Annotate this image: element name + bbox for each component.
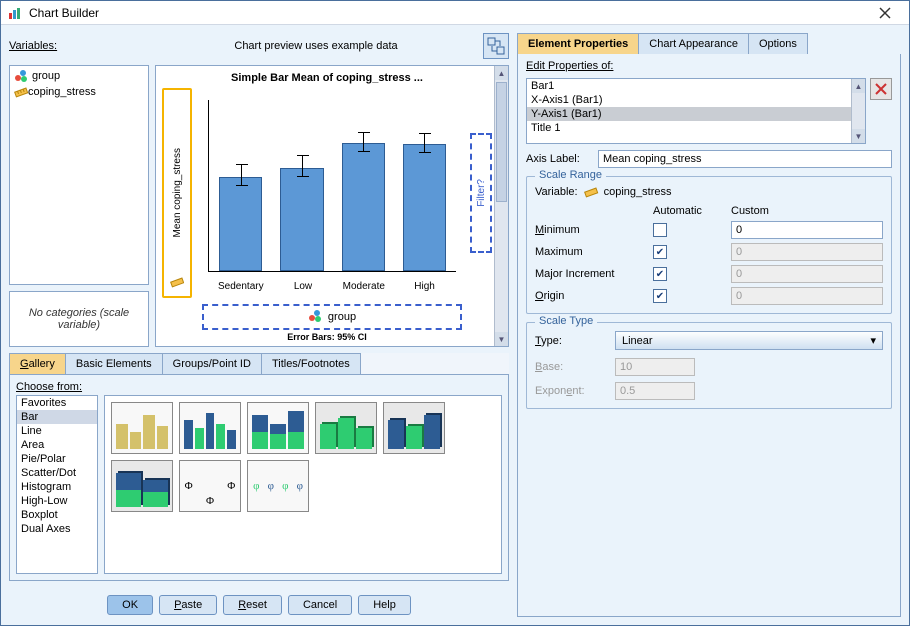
list-item[interactable]: Title 1: [527, 121, 865, 135]
major-increment-label: Major Increment: [535, 268, 645, 280]
edit-properties-label: Edit Properties of:: [526, 60, 892, 72]
paste-button[interactable]: Paste: [159, 595, 217, 615]
tab-options[interactable]: Options: [748, 33, 808, 54]
choose-from-label: Choose from:: [16, 381, 502, 393]
ok-button[interactable]: OK: [107, 595, 153, 615]
app-icon: [7, 5, 23, 21]
y-axis-dropzone[interactable]: Mean coping_stress: [162, 88, 192, 298]
chart-thumb-error-bar[interactable]: ΦΦΦ: [179, 460, 241, 512]
major-custom-input: 0: [731, 265, 883, 283]
variable-label: coping_stress: [28, 86, 96, 98]
right-tabs: Element Properties Chart Appearance Opti…: [517, 33, 901, 54]
tab-groups-point-id[interactable]: Groups/Point ID: [162, 353, 262, 374]
variable-item[interactable]: group: [12, 68, 146, 84]
list-item[interactable]: Favorites: [17, 396, 97, 410]
error-bars-label: Error Bars: 95% CI: [162, 332, 492, 342]
scale-type-label: Type:: [535, 335, 609, 347]
maximum-auto-checkbox[interactable]: ✔: [653, 245, 667, 259]
axis-label-label: Axis Label:: [526, 153, 592, 165]
lower-tabs: Gallery Basic Elements Groups/Point ID T…: [9, 353, 509, 375]
nominal-icon: [14, 69, 28, 83]
base-input: 10: [615, 358, 695, 376]
scale-type-select[interactable]: Linear▾: [615, 331, 883, 350]
scale-icon: [582, 183, 600, 201]
list-item[interactable]: Scatter/Dot: [17, 466, 97, 480]
swap-axes-button[interactable]: [483, 33, 509, 59]
tab-basic-elements[interactable]: Basic Elements: [65, 353, 163, 374]
nominal-icon: [308, 309, 322, 326]
chevron-down-icon: ▾: [870, 334, 876, 347]
scale-icon: [170, 275, 184, 292]
scale-variable-label: Variable:: [535, 186, 578, 198]
variable-item[interactable]: coping_stress: [12, 84, 146, 100]
window-title: Chart Builder: [29, 6, 867, 20]
tab-gallery[interactable]: Gallery: [9, 353, 66, 374]
list-item[interactable]: Line: [17, 424, 97, 438]
list-item[interactable]: Bar1: [527, 79, 865, 93]
preview-scrollbar[interactable]: ▲ ▼: [494, 66, 508, 346]
origin-label: Origin: [535, 290, 645, 302]
list-item[interactable]: Histogram: [17, 480, 97, 494]
chart-thumbnails: ΦΦΦ φφφφ: [104, 395, 502, 574]
base-label: Base:: [535, 361, 609, 373]
list-scrollbar[interactable]: ▲▼: [851, 79, 865, 143]
help-button[interactable]: Help: [358, 595, 411, 615]
chart-thumb-clustered-bar[interactable]: [179, 402, 241, 454]
list-item[interactable]: Pie/Polar: [17, 452, 97, 466]
chart-builder-window: Chart Builder Variables: Chart preview u…: [0, 0, 910, 626]
list-item[interactable]: Y-Axis1 (Bar1): [527, 107, 865, 121]
tab-chart-appearance[interactable]: Chart Appearance: [638, 33, 749, 54]
variables-list[interactable]: group coping_stress: [9, 65, 149, 285]
origin-custom-input: 0: [731, 287, 883, 305]
variables-label: Variables:: [9, 40, 149, 52]
minimum-custom-input[interactable]: [731, 221, 883, 239]
reset-button[interactable]: Reset: [223, 595, 282, 615]
list-item[interactable]: X-Axis1 (Bar1): [527, 93, 865, 107]
dialog-buttons: OK Paste Reset Cancel Help: [9, 587, 509, 617]
list-item[interactable]: High-Low: [17, 494, 97, 508]
scale-type-group: Scale Type Type: Linear▾ Base: 10 Expone…: [526, 322, 892, 409]
cancel-button[interactable]: Cancel: [288, 595, 352, 615]
chart-thumb-simple-bar[interactable]: [111, 402, 173, 454]
chart-type-list[interactable]: Favorites Bar Line Area Pie/Polar Scatte…: [16, 395, 98, 574]
scale-range-group: Scale Range Variable: coping_stress Auto…: [526, 176, 892, 314]
list-item[interactable]: Bar: [17, 410, 97, 424]
major-auto-checkbox[interactable]: ✔: [653, 267, 667, 281]
filter-dropzone[interactable]: Filter?: [470, 133, 492, 253]
chart-thumb-3d-clustered[interactable]: [383, 402, 445, 454]
origin-auto-checkbox[interactable]: ✔: [653, 289, 667, 303]
scale-variable-value: coping_stress: [604, 186, 672, 198]
tab-titles-footnotes[interactable]: Titles/Footnotes: [261, 353, 361, 374]
chart-thumb-3d-bar[interactable]: [315, 402, 377, 454]
delete-element-button[interactable]: [870, 78, 892, 100]
preview-title: Simple Bar Mean of coping_stress ...: [162, 72, 492, 84]
preview-note: Chart preview uses example data: [149, 40, 483, 52]
plot-area: Sedentary Low Moderate High: [198, 88, 460, 298]
maximum-custom-input: 0: [731, 243, 883, 261]
minimum-auto-checkbox[interactable]: [653, 223, 667, 237]
titlebar: Chart Builder: [1, 1, 909, 25]
close-button[interactable]: [867, 3, 903, 23]
variable-label: group: [32, 70, 60, 82]
list-item[interactable]: Dual Axes: [17, 522, 97, 536]
edit-properties-list[interactable]: Bar1 X-Axis1 (Bar1) Y-Axis1 (Bar1) Title…: [526, 78, 866, 144]
categories-box: No categories (scale variable): [9, 291, 149, 347]
maximum-label: Maximum: [535, 246, 645, 258]
chart-preview[interactable]: Simple Bar Mean of coping_stress ... Mea…: [155, 65, 509, 347]
group-dropzone[interactable]: group: [202, 304, 462, 330]
exponent-input: 0.5: [615, 382, 695, 400]
chart-thumb-stacked-bar[interactable]: [247, 402, 309, 454]
chart-thumb-clustered-error[interactable]: φφφφ: [247, 460, 309, 512]
list-item[interactable]: Boxplot: [17, 508, 97, 522]
chart-thumb-3d-stacked[interactable]: [111, 460, 173, 512]
tab-element-properties[interactable]: Element Properties: [517, 33, 639, 54]
exponent-label: Exponent:: [535, 385, 609, 397]
list-item[interactable]: Area: [17, 438, 97, 452]
minimum-label: Minimum: [535, 224, 645, 236]
axis-label-input[interactable]: [598, 150, 892, 168]
